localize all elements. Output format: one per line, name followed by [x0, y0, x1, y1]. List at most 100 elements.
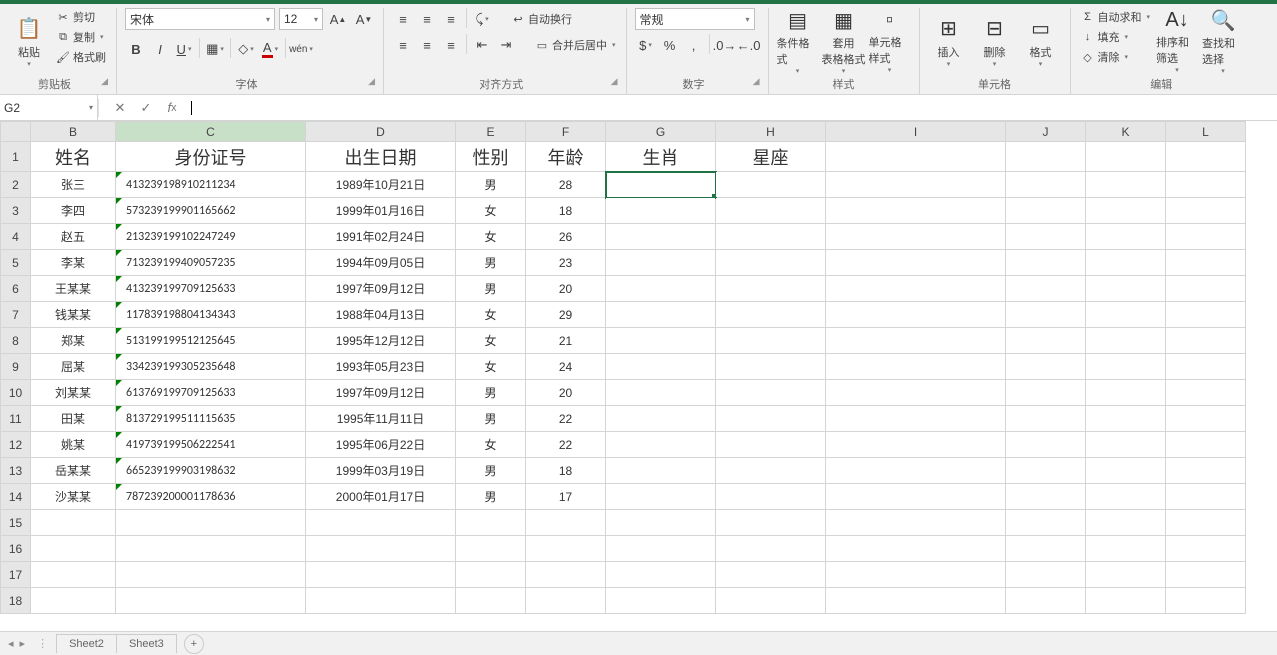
cell-B10[interactable]: 刘某某 [31, 380, 116, 406]
cell-B5[interactable]: 李某 [31, 250, 116, 276]
cell-H2[interactable] [716, 172, 826, 198]
accounting-format-button[interactable]: $ [635, 34, 657, 56]
cell-G5[interactable] [606, 250, 716, 276]
column-header-E[interactable]: E [456, 122, 526, 142]
cell-D6[interactable]: 1997年09月12日 [306, 276, 456, 302]
formula-input[interactable] [185, 95, 1277, 120]
cell-G16[interactable] [606, 536, 716, 562]
cell-B18[interactable] [31, 588, 116, 614]
cell-D7[interactable]: 1988年04月13日 [306, 302, 456, 328]
cell-B17[interactable] [31, 562, 116, 588]
cell-G3[interactable] [606, 198, 716, 224]
align-bottom-button[interactable]: ≡ [440, 8, 462, 30]
cell-L4[interactable] [1166, 224, 1246, 250]
cell-L6[interactable] [1166, 276, 1246, 302]
row-header-5[interactable]: 5 [1, 250, 31, 276]
cell-H18[interactable] [716, 588, 826, 614]
cell-I10[interactable] [826, 380, 1006, 406]
conditional-format-button[interactable]: ▤条件格式▾ [777, 8, 819, 74]
cell-K18[interactable] [1086, 588, 1166, 614]
cell-J5[interactable] [1006, 250, 1086, 276]
column-header-H[interactable]: H [716, 122, 826, 142]
cell-I3[interactable] [826, 198, 1006, 224]
cell-J16[interactable] [1006, 536, 1086, 562]
name-box[interactable]: G2▾ [0, 95, 98, 120]
cell-H5[interactable] [716, 250, 826, 276]
cell-J12[interactable] [1006, 432, 1086, 458]
cell-L2[interactable] [1166, 172, 1246, 198]
row-header-15[interactable]: 15 [1, 510, 31, 536]
cell-F6[interactable]: 20 [526, 276, 606, 302]
cell-K17[interactable] [1086, 562, 1166, 588]
cell-I6[interactable] [826, 276, 1006, 302]
row-header-12[interactable]: 12 [1, 432, 31, 458]
cell-K8[interactable] [1086, 328, 1166, 354]
cell-J17[interactable] [1006, 562, 1086, 588]
phonetic-button[interactable]: wén [290, 38, 312, 60]
cell-E17[interactable] [456, 562, 526, 588]
cell-E3[interactable]: 女 [456, 198, 526, 224]
cell-C8[interactable]: 513199199512125645 [116, 328, 306, 354]
copy-button[interactable]: ⧉复制▾ [54, 28, 108, 46]
cell-G12[interactable] [606, 432, 716, 458]
cell-F9[interactable]: 24 [526, 354, 606, 380]
cell-C10[interactable]: 613769199709125633 [116, 380, 306, 406]
cell-H17[interactable] [716, 562, 826, 588]
cell-K5[interactable] [1086, 250, 1166, 276]
cell-D2[interactable]: 1989年10月21日 [306, 172, 456, 198]
font-size-combo[interactable]: 12▾ [279, 8, 323, 30]
cell-C18[interactable] [116, 588, 306, 614]
row-header-3[interactable]: 3 [1, 198, 31, 224]
cell-J6[interactable] [1006, 276, 1086, 302]
cell-D4[interactable]: 1991年02月24日 [306, 224, 456, 250]
cell-K4[interactable] [1086, 224, 1166, 250]
cell-L9[interactable] [1166, 354, 1246, 380]
cell-D16[interactable] [306, 536, 456, 562]
increase-indent-button[interactable]: ⇥ [495, 34, 517, 56]
cell-J1[interactable] [1006, 142, 1086, 172]
cell-F14[interactable]: 17 [526, 484, 606, 510]
sort-filter-button[interactable]: A↓排序和筛选▾ [1156, 8, 1198, 74]
decrease-font-button[interactable]: A▼ [353, 8, 375, 30]
insert-cells-button[interactable]: ⊞插入▾ [928, 8, 970, 74]
format-cells-button[interactable]: ▭格式▾ [1020, 8, 1062, 74]
cell-I12[interactable] [826, 432, 1006, 458]
align-top-button[interactable]: ≡ [392, 8, 414, 30]
cell-D10[interactable]: 1997年09月12日 [306, 380, 456, 406]
underline-button[interactable]: U [173, 38, 195, 60]
enter-formula-button[interactable]: ✓ [133, 95, 159, 120]
cell-C5[interactable]: 713239199409057235 [116, 250, 306, 276]
cell-F8[interactable]: 21 [526, 328, 606, 354]
cell-C3[interactable]: 573239199901165662 [116, 198, 306, 224]
number-dialog-launcher[interactable]: ◢ [753, 76, 760, 87]
cell-E10[interactable]: 男 [456, 380, 526, 406]
cell-L14[interactable] [1166, 484, 1246, 510]
cell-C4[interactable]: 213239199102247249 [116, 224, 306, 250]
autosum-button[interactable]: Σ自动求和▾ [1079, 8, 1153, 26]
cell-B1[interactable]: 姓名 [31, 142, 116, 172]
cell-D12[interactable]: 1995年06月22日 [306, 432, 456, 458]
decrease-indent-button[interactable]: ⇤ [471, 34, 493, 56]
row-header-10[interactable]: 10 [1, 380, 31, 406]
row-header-8[interactable]: 8 [1, 328, 31, 354]
cell-B3[interactable]: 李四 [31, 198, 116, 224]
cell-L17[interactable] [1166, 562, 1246, 588]
cell-F16[interactable] [526, 536, 606, 562]
cell-I17[interactable] [826, 562, 1006, 588]
align-right-button[interactable]: ≡ [440, 34, 462, 56]
cell-H11[interactable] [716, 406, 826, 432]
cell-C15[interactable] [116, 510, 306, 536]
align-left-button[interactable]: ≡ [392, 34, 414, 56]
cell-J9[interactable] [1006, 354, 1086, 380]
cell-H15[interactable] [716, 510, 826, 536]
cell-K2[interactable] [1086, 172, 1166, 198]
row-header-13[interactable]: 13 [1, 458, 31, 484]
cell-I13[interactable] [826, 458, 1006, 484]
row-header-7[interactable]: 7 [1, 302, 31, 328]
row-header-17[interactable]: 17 [1, 562, 31, 588]
increase-decimal-button[interactable]: .0→ [714, 34, 736, 56]
fill-button[interactable]: ↓填充▾ [1079, 28, 1153, 46]
cell-B9[interactable]: 屈某 [31, 354, 116, 380]
cell-C14[interactable]: 787239200001178636 [116, 484, 306, 510]
cell-J8[interactable] [1006, 328, 1086, 354]
